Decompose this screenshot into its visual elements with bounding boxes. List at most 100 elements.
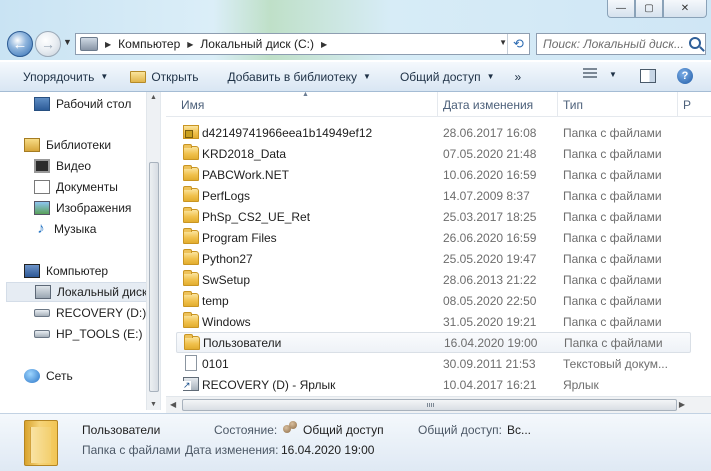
network-icon — [24, 369, 40, 383]
computer-icon — [80, 37, 98, 51]
nav-item-libraries[interactable]: Библиотеки — [24, 135, 160, 155]
nav-item-label: Видео — [56, 159, 92, 173]
details-item-kind: Папка с файлами — [82, 443, 181, 457]
back-button[interactable]: ← — [7, 31, 33, 57]
scroll-left-icon[interactable]: ◀ — [170, 400, 176, 409]
folder-icon — [183, 144, 199, 160]
add-to-library-button[interactable]: Добавить в библиотеку ▼ — [209, 62, 381, 91]
search-box[interactable] — [536, 33, 706, 55]
nav-item-desktop[interactable]: Рабочий стол — [34, 94, 160, 114]
nav-item-hp-tools[interactable]: HP_TOOLS (E:) — [34, 324, 160, 344]
file-row[interactable]: PABCWork.NET 10.06.2020 16:59 Папка с файл… — [176, 164, 691, 185]
column-header-size[interactable]: Р — [678, 92, 711, 117]
folder-icon — [183, 270, 199, 286]
scrollbar-thumb[interactable] — [182, 399, 677, 411]
nav-item-music[interactable]: ♪ Музыка — [34, 219, 160, 239]
nav-item-recovery[interactable]: RECOVERY (D:) — [34, 303, 160, 323]
nav-item-label: Локальный диск — [57, 285, 148, 299]
change-view-button[interactable]: ▼ — [583, 68, 617, 80]
file-name: Program Files — [202, 230, 277, 245]
nav-item-images[interactable]: Изображения — [34, 198, 160, 218]
search-icon[interactable] — [689, 37, 701, 49]
file-row[interactable]: Windows 31.05.2020 19:21 Папка с файлами — [176, 311, 691, 332]
file-list-vertical-scrollbar — [691, 117, 709, 396]
file-row[interactable]: 0101 30.09.2011 21:53 Текстовый докум... — [176, 353, 691, 374]
breadcrumb-local-disk[interactable]: Локальный диск (C:) — [200, 37, 314, 51]
file-date: 10.06.2020 16:59 — [443, 167, 537, 182]
navigation-pane-scrollbar[interactable]: ▲ ▼ — [146, 92, 160, 410]
refresh-button[interactable]: ⟲ — [507, 34, 529, 54]
share-button[interactable]: Общий доступ ▼ — [382, 62, 506, 91]
nav-item-video[interactable]: Видео — [34, 156, 160, 176]
details-date-value: 16.04.2020 19:00 — [281, 443, 375, 457]
address-history-dropdown-icon[interactable]: ▼ — [499, 38, 507, 47]
folder-icon — [183, 312, 199, 328]
organize-button[interactable]: Упорядочить ▼ — [0, 62, 119, 91]
horizontal-scrollbar[interactable]: ◀ ▶ — [166, 396, 711, 413]
file-row[interactable]: SwSetup 28.06.2013 21:22 Папка с файлами — [176, 269, 691, 290]
shortcut-icon — [183, 377, 199, 391]
breadcrumb-computer[interactable]: Компьютер — [118, 37, 180, 51]
column-header-date[interactable]: Дата изменения — [438, 92, 558, 117]
maximize-button[interactable]: ▢ — [635, 0, 663, 18]
file-date: 28.06.2017 16:08 — [443, 125, 537, 140]
details-state-value: Общий доступ — [303, 423, 384, 437]
file-row[interactable]: PhSp_CS2_UE_Ret 25.03.2017 18:25 Папка с ф… — [176, 206, 691, 227]
scrollbar-thumb[interactable] — [149, 162, 159, 392]
nav-item-local-disk[interactable]: Локальный диск — [6, 282, 148, 302]
open-button[interactable]: Открыть — [119, 62, 209, 91]
nav-item-label: Компьютер — [46, 264, 109, 278]
file-row[interactable]: Пользователи 16.04.2020 19:00 Папка с файл… — [176, 332, 691, 353]
file-row[interactable]: KRD2018_Data 07.05.2020 21:48 Папка с файл… — [176, 143, 691, 164]
refresh-icon: ⟲ — [513, 36, 524, 51]
scroll-down-icon[interactable]: ▼ — [150, 401, 157, 408]
file-date: 14.07.2009 8:37 — [443, 188, 530, 203]
video-icon — [34, 159, 50, 173]
file-icon — [185, 355, 197, 371]
file-name: Пользователи — [203, 335, 282, 350]
view-grid-icon — [583, 68, 597, 80]
forward-button[interactable]: → — [35, 31, 61, 57]
minimize-button[interactable]: — — [607, 0, 635, 18]
folder-open-icon — [130, 70, 147, 83]
nav-item-network[interactable]: Сеть — [24, 366, 160, 386]
file-row[interactable]: PerfLogs 14.07.2009 8:37 Папка с файлами — [176, 185, 691, 206]
file-row[interactable]: Program Files 26.06.2020 16:59 Папка с фай… — [176, 227, 691, 248]
pane-splitter[interactable] — [160, 92, 164, 410]
file-row[interactable]: temp 08.05.2020 22:50 Папка с файлами — [176, 290, 691, 311]
address-bar[interactable]: ▶ Компьютер ▶ Локальный диск (C:) ▶ ▼ ⟲ — [75, 33, 530, 55]
file-row[interactable]: RECOVERY (D) - Ярлык 10.04.2017 16:21 Ярлы… — [176, 374, 691, 395]
file-row[interactable]: Python27 25.05.2020 19:47 Папка с файлами — [176, 248, 691, 269]
nav-item-documents[interactable]: Документы — [34, 177, 160, 197]
breadcrumb-separator-icon[interactable]: ▶ — [321, 40, 327, 49]
file-date: 10.04.2017 16:21 — [443, 377, 537, 392]
computer-icon — [24, 264, 40, 278]
nav-item-label: Документы — [56, 180, 118, 194]
lock-folder-icon — [183, 125, 199, 139]
search-input[interactable] — [543, 37, 683, 51]
help-button[interactable]: ? — [677, 68, 693, 84]
arrow-left-icon: ← — [12, 35, 28, 53]
chevron-down-icon: ▼ — [363, 72, 371, 81]
folder-icon — [184, 334, 200, 350]
add-library-label: Добавить в библиотеку — [227, 69, 358, 84]
scroll-right-icon[interactable]: ▶ — [679, 400, 685, 409]
images-icon — [34, 201, 50, 215]
close-button[interactable]: ✕ — [663, 0, 707, 18]
caption-buttons: — ▢ ✕ — [607, 0, 707, 18]
details-pane: Пользователи Папка с файлами Состояние: … — [0, 413, 711, 471]
column-header-type[interactable]: Тип — [558, 92, 678, 117]
breadcrumb-separator-icon[interactable]: ▶ — [105, 40, 111, 49]
more-commands-button[interactable]: » — [505, 62, 530, 91]
file-type: Текстовый докум... — [563, 356, 668, 371]
preview-pane-button[interactable] — [640, 69, 656, 83]
file-row[interactable]: d42149741966eea1b14949ef12 28.06.2017 16:… — [176, 122, 691, 143]
scroll-up-icon[interactable]: ▲ — [150, 94, 157, 101]
music-note-icon: ♪ — [37, 220, 45, 237]
recent-pages-dropdown[interactable]: ▼ — [63, 37, 72, 47]
column-header-name[interactable]: Имя — [176, 92, 438, 117]
folder-icon — [183, 165, 199, 181]
breadcrumb-separator-icon[interactable]: ▶ — [187, 40, 193, 49]
nav-item-computer[interactable]: Компьютер — [24, 261, 160, 281]
file-name: temp — [202, 293, 229, 308]
